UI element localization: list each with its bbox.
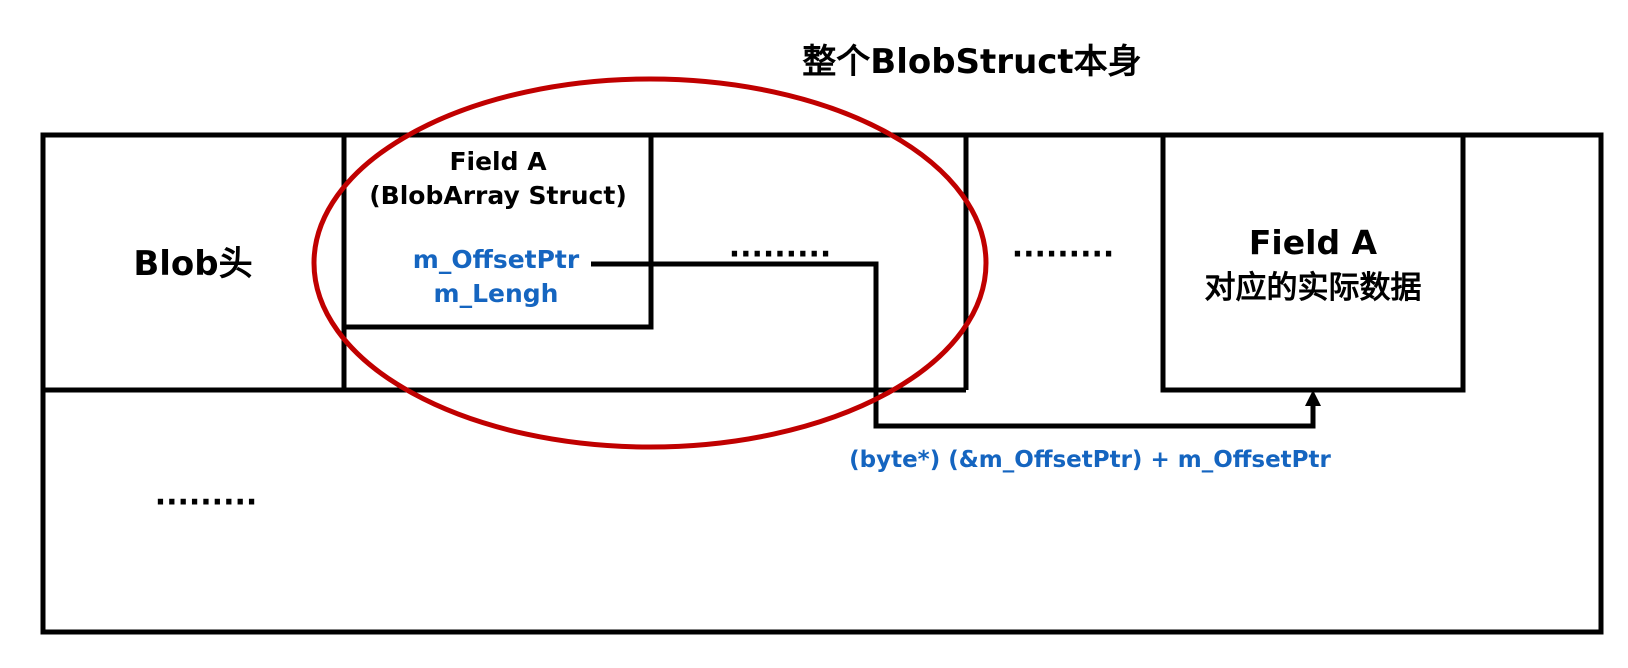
dots-between: ········· [1012, 237, 1115, 272]
diagram-title: 整个BlobStruct本身 [802, 42, 1141, 82]
pointer-formula: (byte*) (&m_OffsetPtr) + m_OffsetPtr [849, 447, 1331, 473]
offset-ptr-label: m_OffsetPtr [413, 245, 580, 274]
dots-in-struct: ········· [729, 237, 832, 272]
field-a-data-box [1160, 132, 1466, 393]
blob-outer-box [40, 132, 1604, 635]
field-a-data-line2: 对应的实际数据 [1205, 270, 1422, 306]
field-a-title: Field A [449, 147, 547, 176]
length-label: m_Lengh [434, 279, 559, 308]
dots-bottom: ········· [155, 485, 258, 520]
blob-header-label: Blob头 [133, 244, 252, 284]
blob-struct-diagram: 整个BlobStruct本身 Blob头 Field A (BlobArray … [40, 42, 1604, 635]
field-a-data-line1: Field A [1249, 223, 1378, 262]
field-a-subtitle: (BlobArray Struct) [369, 181, 627, 210]
